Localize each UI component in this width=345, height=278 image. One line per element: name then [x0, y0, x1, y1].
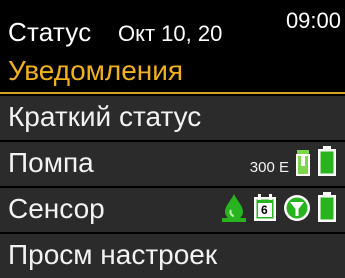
- menu-item-quick-status[interactable]: Краткий статус: [0, 96, 345, 140]
- menu-item-label: Помпа: [8, 147, 94, 178]
- transmitter-battery-icon: [317, 192, 337, 227]
- menu-item-label: Просм настроек: [8, 239, 218, 270]
- menu-item-label: Сенсор: [8, 193, 105, 224]
- calibration-drop-icon: [221, 192, 247, 227]
- menu-item-label: Уведомления: [8, 55, 184, 86]
- header-date: Окт 10, 20: [118, 21, 223, 46]
- header-time: 09:00: [285, 8, 341, 33]
- sensor-status-icons: 6: [221, 192, 337, 227]
- pump-battery-icon: [317, 146, 337, 181]
- reservoir-volume: 300 E: [249, 159, 289, 176]
- menu-item-sensor[interactable]: Сенсор 6: [0, 188, 345, 232]
- pump-status-screen: Статус Окт 10, 20 09:00 Уведомления Крат…: [0, 0, 345, 278]
- reservoir-icon: [295, 150, 311, 181]
- menu-item-view-settings[interactable]: Просм настроек: [0, 234, 345, 278]
- transmitter-connection-icon: [283, 194, 311, 227]
- menu-item-label: Краткий статус: [8, 101, 202, 132]
- sensor-life-days: 6: [261, 203, 268, 217]
- menu-item-notifications[interactable]: Уведомления: [0, 50, 345, 94]
- pump-status-icons: 300 E: [249, 146, 337, 181]
- header-bar: Статус Окт 10, 20 09:00: [0, 0, 345, 50]
- menu-item-pump[interactable]: Помпа 300 E: [0, 142, 345, 186]
- sensor-life-icon: 6: [253, 194, 277, 227]
- screen-title: Статус: [8, 17, 92, 47]
